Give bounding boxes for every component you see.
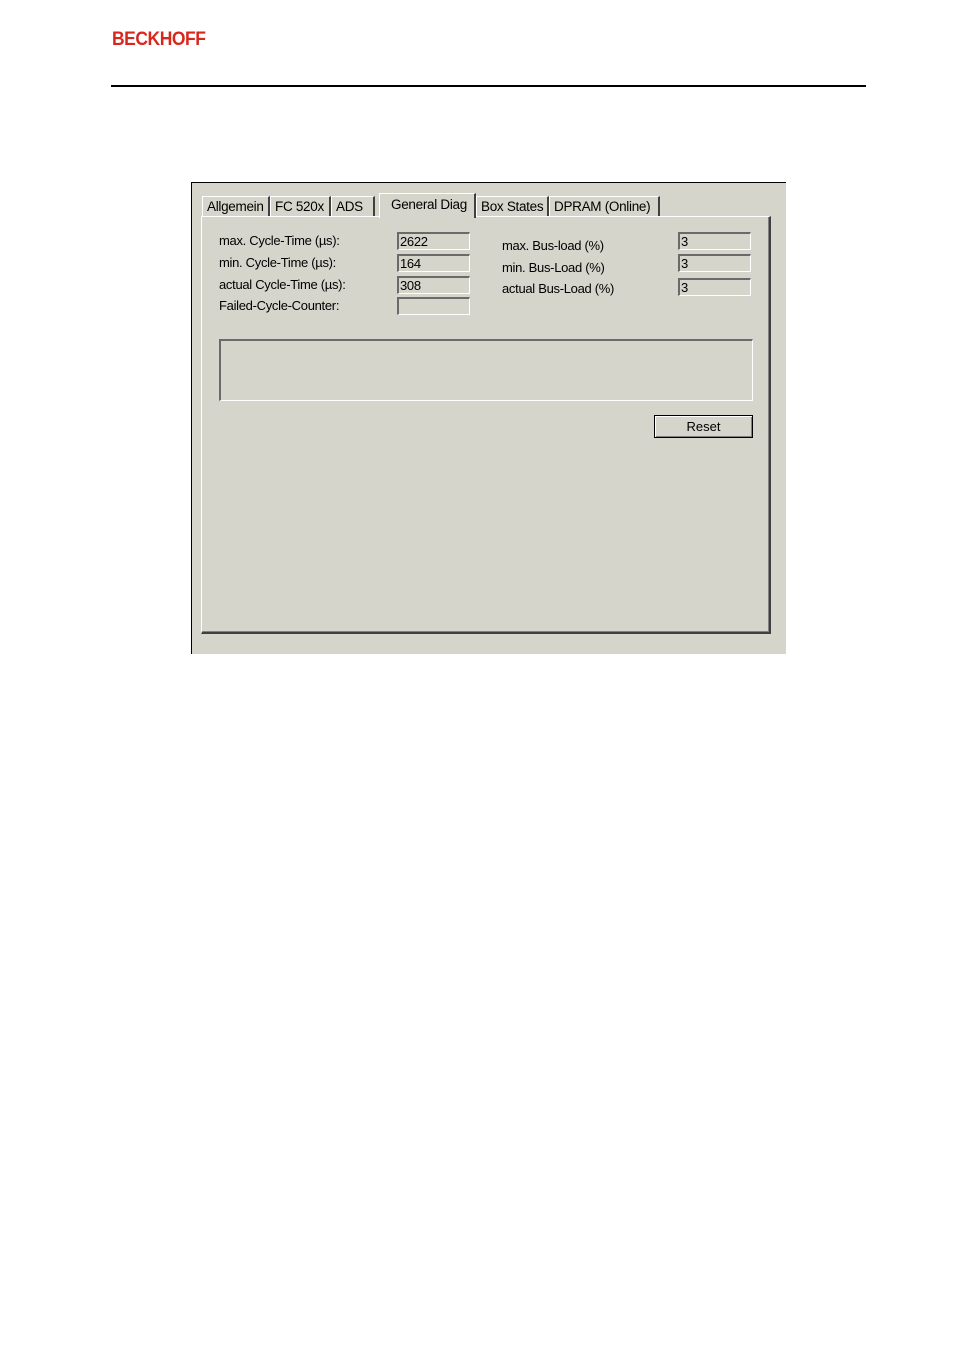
tab-general-diag[interactable]: General Diag bbox=[379, 193, 476, 218]
max-bus-load-label: max. Bus-load (%) bbox=[502, 238, 604, 253]
tab-ads[interactable]: ADS bbox=[331, 196, 375, 216]
reset-button[interactable]: Reset bbox=[654, 415, 753, 438]
tab-allgemein[interactable]: Allgemein bbox=[202, 196, 270, 216]
actual-cycle-time-label: actual Cycle-Time (µs): bbox=[219, 277, 346, 292]
tab-box-states[interactable]: Box States bbox=[476, 196, 549, 216]
properties-dialog: Allgemein FC 520x ADS General Diag Box S… bbox=[191, 182, 786, 654]
min-bus-load-field[interactable]: 3 bbox=[678, 254, 751, 272]
failed-cycle-counter-field[interactable] bbox=[397, 297, 470, 315]
general-diag-page: max. Cycle-Time (µs): 2622 min. Cycle-Ti… bbox=[201, 216, 771, 634]
diagnostic-message-box[interactable] bbox=[219, 339, 753, 401]
min-bus-load-label: min. Bus-Load (%) bbox=[502, 260, 605, 275]
actual-cycle-time-field[interactable]: 308 bbox=[397, 276, 470, 294]
header-divider bbox=[111, 85, 866, 87]
actual-bus-load-label: actual Bus-Load (%) bbox=[502, 281, 615, 296]
beckhoff-logo: BECKHOFF bbox=[112, 29, 206, 50]
max-cycle-time-field[interactable]: 2622 bbox=[397, 232, 470, 250]
tab-dpram-online[interactable]: DPRAM (Online) bbox=[549, 196, 660, 216]
max-bus-load-field[interactable]: 3 bbox=[678, 232, 751, 250]
max-cycle-time-label: max. Cycle-Time (µs): bbox=[219, 233, 340, 248]
min-cycle-time-label: min. Cycle-Time (µs): bbox=[219, 255, 336, 270]
tab-fc520x[interactable]: FC 520x bbox=[270, 196, 331, 216]
actual-bus-load-field[interactable]: 3 bbox=[678, 278, 751, 296]
failed-cycle-counter-label: Failed-Cycle-Counter: bbox=[219, 298, 340, 313]
min-cycle-time-field[interactable]: 164 bbox=[397, 254, 470, 272]
